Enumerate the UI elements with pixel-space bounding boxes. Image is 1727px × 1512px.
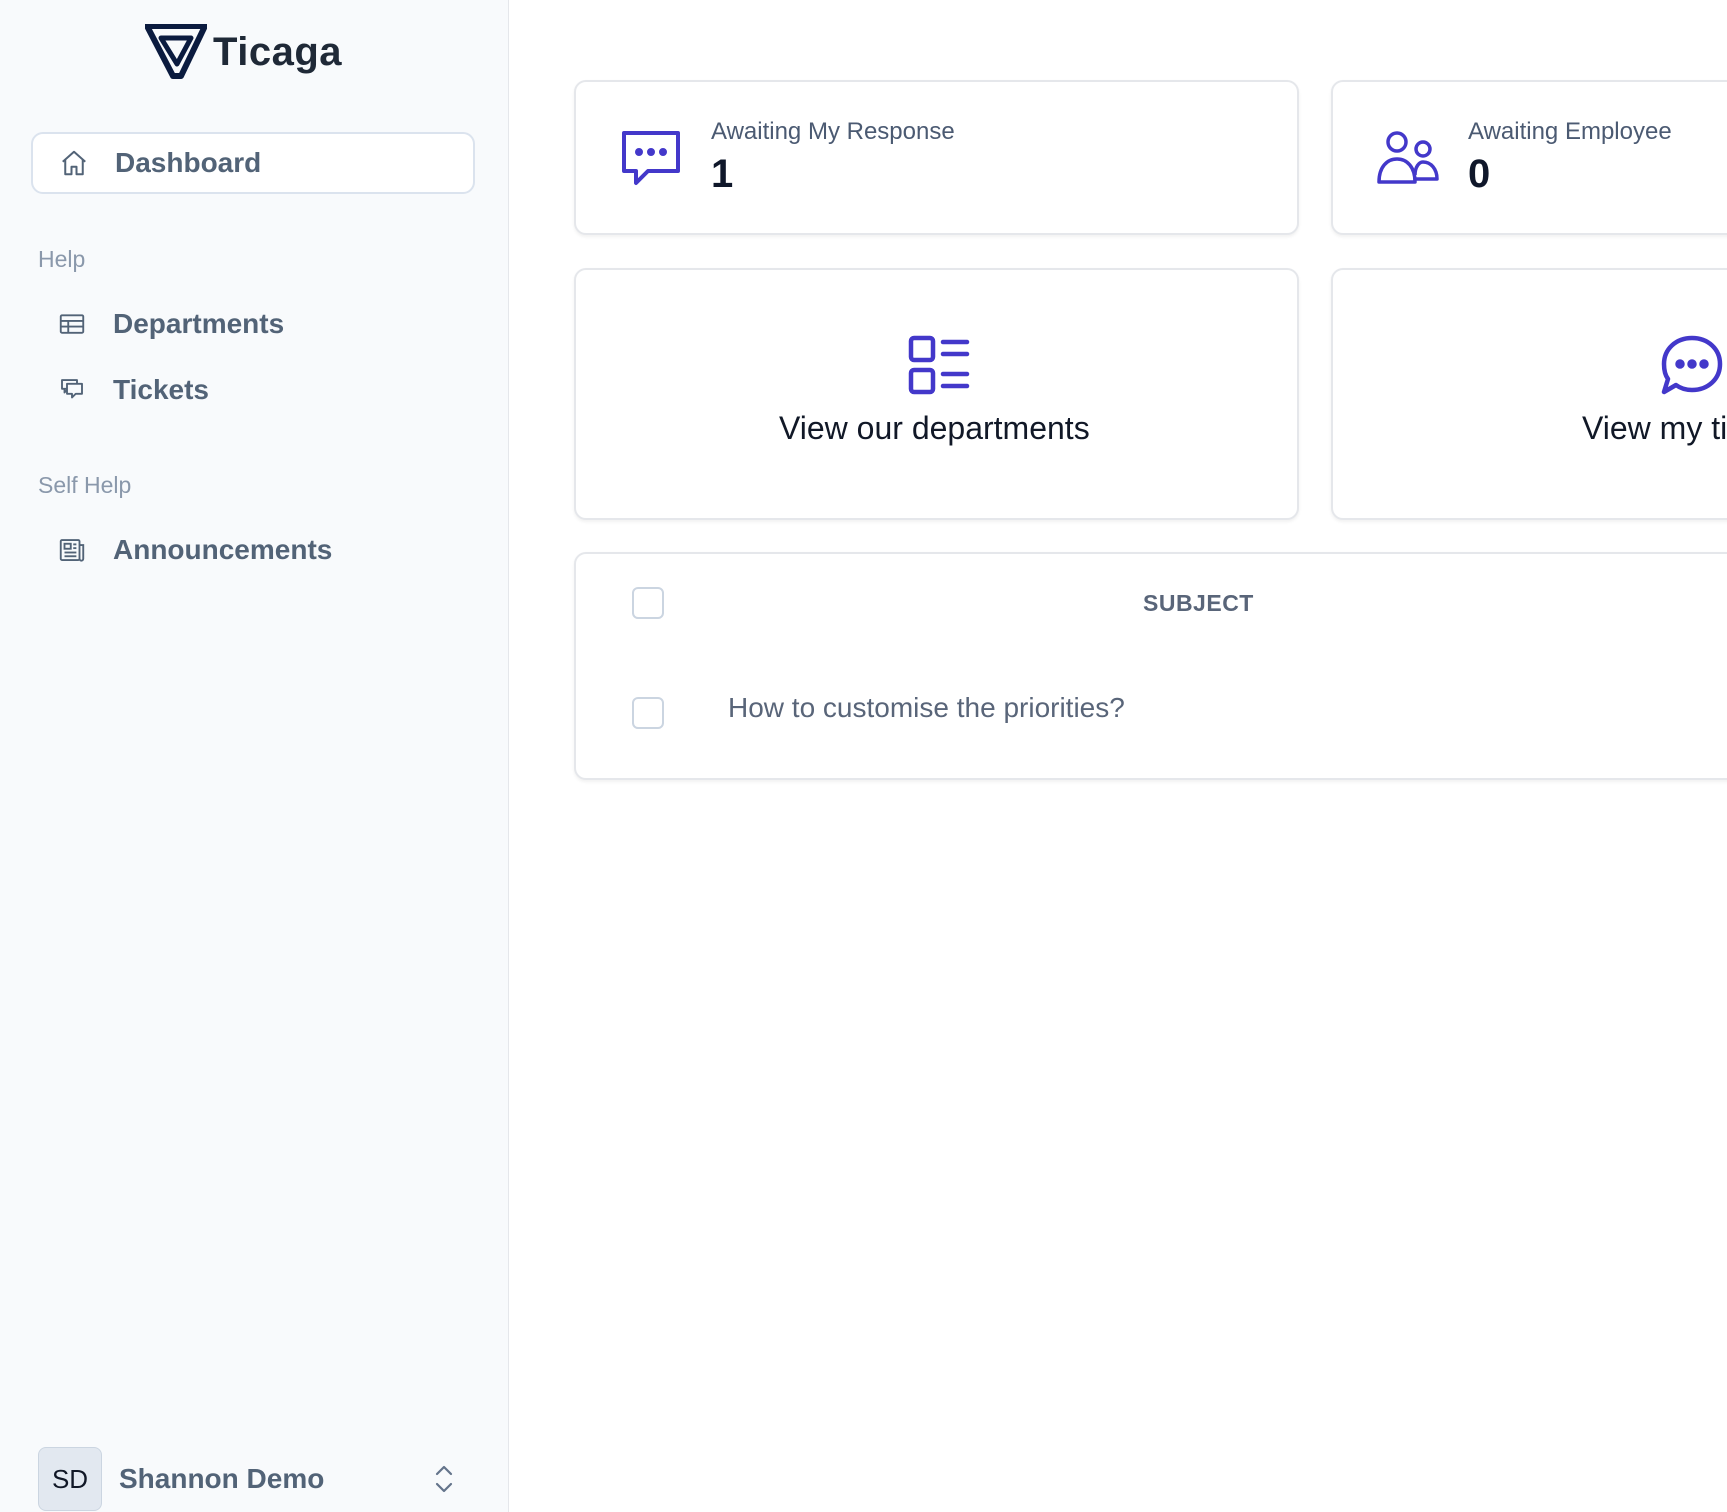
stat-card-awaiting-response[interactable]: Awaiting My Response 1: [574, 80, 1299, 235]
list-icon: [907, 334, 971, 398]
stat-card-awaiting-employee[interactable]: Awaiting Employee 0: [1331, 80, 1727, 235]
action-label: View my ti: [1582, 410, 1727, 446]
nav-announcements-label: Announcements: [113, 534, 333, 565]
stat-label: Awaiting My Response: [711, 118, 955, 145]
sidebar: Ticaga Dashboard Help Departments Ticket…: [0, 0, 509, 1512]
tickets-table: [574, 552, 1727, 780]
action-label: View our departments: [779, 410, 1090, 446]
app-logo[interactable]: Ticaga: [145, 24, 342, 80]
chat-dots-icon: [618, 127, 684, 193]
nav-dashboard[interactable]: Dashboard: [31, 132, 475, 194]
row-checkbox[interactable]: [632, 697, 664, 729]
user-name: Shannon Demo: [119, 1463, 325, 1494]
chat-icon: [56, 374, 88, 406]
action-card-tickets[interactable]: View my ti: [1331, 268, 1727, 520]
avatar: SD: [38, 1447, 102, 1511]
user-menu[interactable]: SD Shannon Demo: [38, 1447, 458, 1511]
section-self-help-title: Self Help: [38, 472, 132, 498]
nav-tickets[interactable]: Tickets: [31, 359, 475, 421]
stat-value: 0: [1468, 152, 1491, 196]
table-row-subject[interactable]: How to customise the priorities?: [728, 692, 1125, 724]
nav-departments-label: Departments: [113, 308, 285, 339]
chat-dots-icon: [1660, 334, 1724, 398]
action-card-departments[interactable]: View our departments: [574, 268, 1299, 520]
ticaga-logo-icon: [145, 24, 207, 79]
nav-tickets-label: Tickets: [113, 374, 209, 405]
users-icon: [1375, 127, 1441, 193]
select-all-checkbox[interactable]: [632, 587, 664, 619]
chevron-up-down-icon[interactable]: [430, 1463, 458, 1495]
newspaper-icon: [56, 534, 88, 566]
table-icon: [56, 308, 88, 340]
nav-announcements[interactable]: Announcements: [31, 519, 475, 581]
home-icon: [58, 147, 90, 179]
stat-value: 1: [711, 152, 734, 196]
nav-departments[interactable]: Departments: [31, 293, 475, 355]
stat-label: Awaiting Employee: [1468, 118, 1672, 145]
app-name: Ticaga: [213, 29, 342, 74]
column-header-subject[interactable]: SUBJECT: [1143, 590, 1254, 617]
section-help-title: Help: [38, 246, 86, 272]
nav-dashboard-label: Dashboard: [115, 147, 262, 178]
